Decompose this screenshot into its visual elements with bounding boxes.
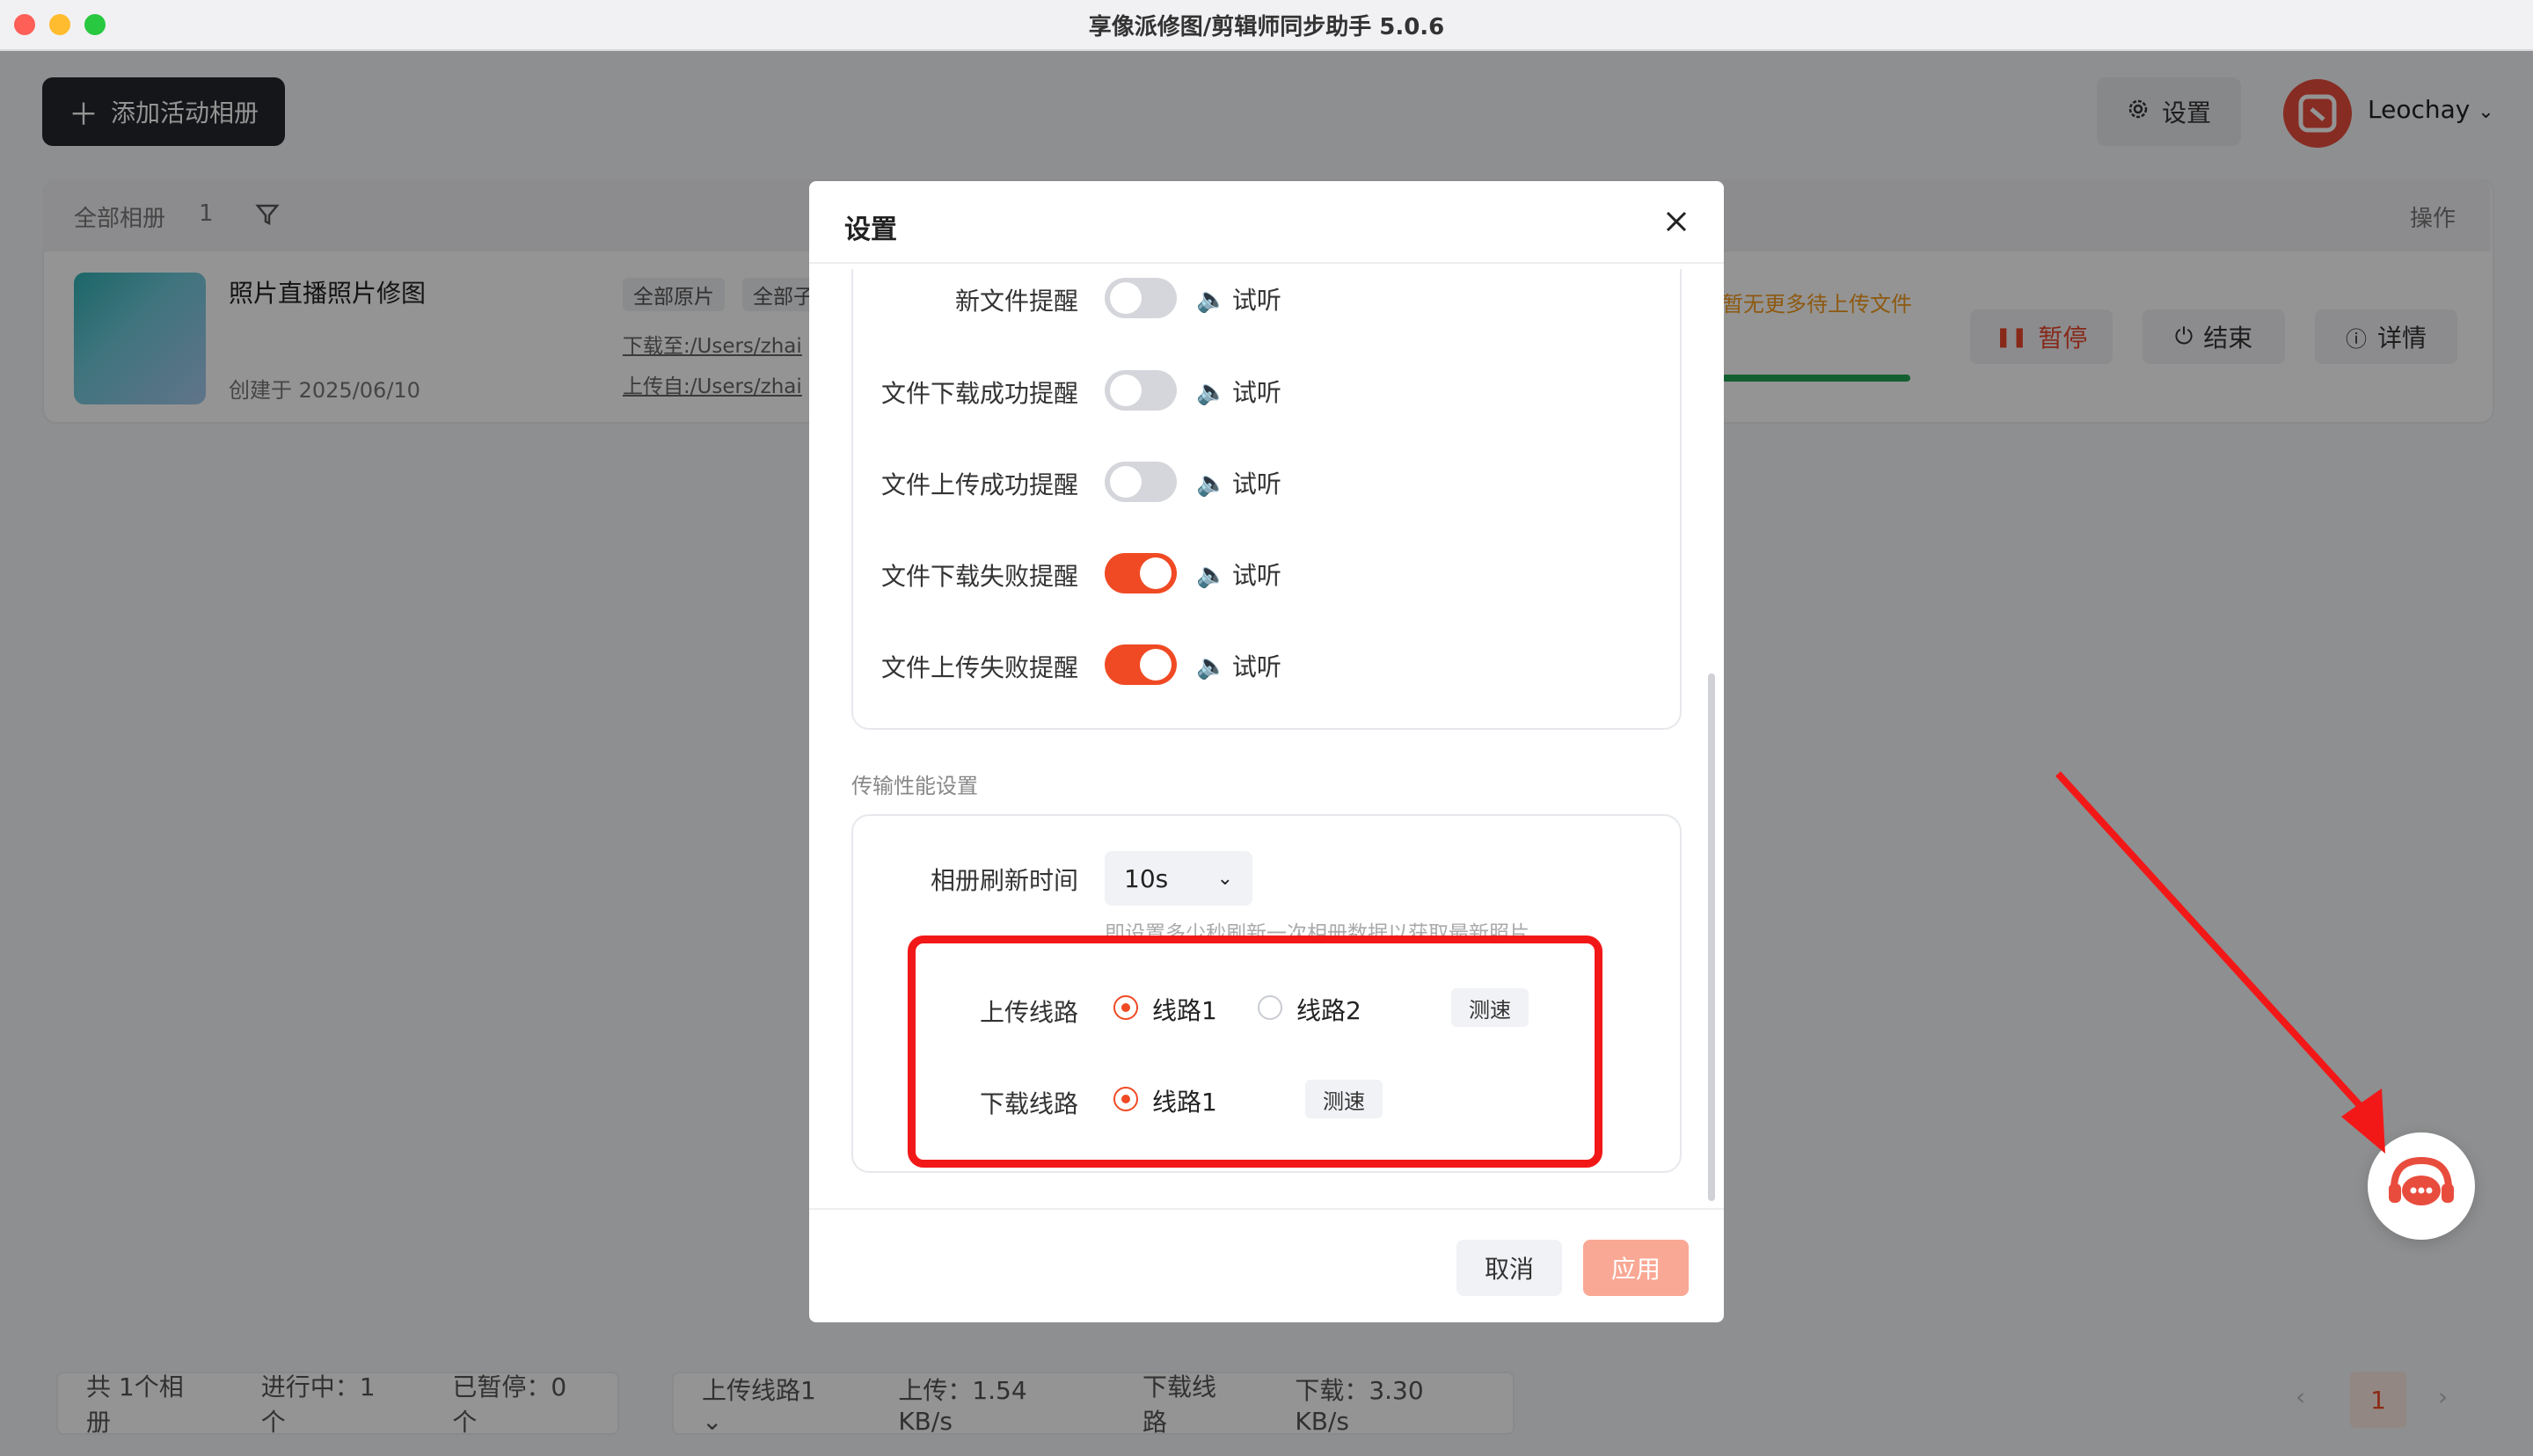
new-file-toggle[interactable] — [1105, 278, 1177, 318]
notification-label: 文件下载成功提醒 — [880, 379, 1078, 408]
refresh-time-select[interactable]: 10s ⌄ — [1105, 851, 1252, 906]
download-fail-toggle[interactable] — [1105, 553, 1177, 593]
listen-label: 试听 — [1231, 286, 1281, 315]
notification-label: 新文件提醒 — [954, 287, 1078, 316]
notification-label: 文件上传成功提醒 — [880, 470, 1078, 499]
listen-button[interactable]: 🔈 试听 — [1196, 281, 1281, 317]
listen-button[interactable]: 🔈 试听 — [1196, 374, 1281, 409]
dialog-scrollbar[interactable] — [1708, 673, 1715, 1201]
listen-button[interactable]: 🔈 试听 — [1196, 465, 1281, 500]
cancel-button[interactable]: 取消 — [1456, 1240, 1562, 1296]
footer-divider — [809, 1208, 1724, 1210]
speaker-icon: 🔈 — [1196, 468, 1227, 498]
close-icon[interactable] — [1661, 206, 1692, 237]
dialog-divider — [809, 262, 1724, 264]
speaker-icon: 🔈 — [1196, 376, 1227, 406]
speaker-icon: 🔈 — [1196, 284, 1227, 314]
download-success-toggle[interactable] — [1105, 370, 1177, 411]
upload-success-toggle[interactable] — [1105, 462, 1177, 502]
annotation-arrow — [2055, 771, 2385, 1154]
notification-label: 文件下载失败提醒 — [880, 562, 1078, 591]
refresh-time-label: 相册刷新时间 — [930, 866, 1078, 895]
listen-button[interactable]: 🔈 试听 — [1196, 648, 1281, 683]
apply-button[interactable]: 应用 — [1583, 1240, 1689, 1296]
perf-section-label: 传输性能设置 — [851, 774, 978, 798]
listen-label: 试听 — [1231, 561, 1281, 590]
window-title: 享像派修图/剪辑师同步助手 5.0.6 — [1088, 14, 1445, 40]
notification-label: 文件上传失败提醒 — [880, 653, 1078, 682]
listen-label: 试听 — [1231, 470, 1281, 499]
speaker-icon: 🔈 — [1196, 651, 1227, 681]
listen-label: 试听 — [1231, 652, 1281, 681]
dialog-title: 设置 — [844, 215, 897, 245]
chevron-down-icon: ⌄ — [1216, 867, 1233, 890]
annotation-highlight-box — [908, 935, 1602, 1168]
refresh-time-value: 10s — [1124, 863, 1169, 893]
listen-button[interactable]: 🔈 试听 — [1196, 557, 1281, 592]
speaker-icon: 🔈 — [1196, 559, 1227, 589]
upload-fail-toggle[interactable] — [1105, 644, 1177, 685]
listen-label: 试听 — [1231, 378, 1281, 407]
title-bar: 享像派修图/剪辑师同步助手 5.0.6 — [0, 0, 2533, 51]
